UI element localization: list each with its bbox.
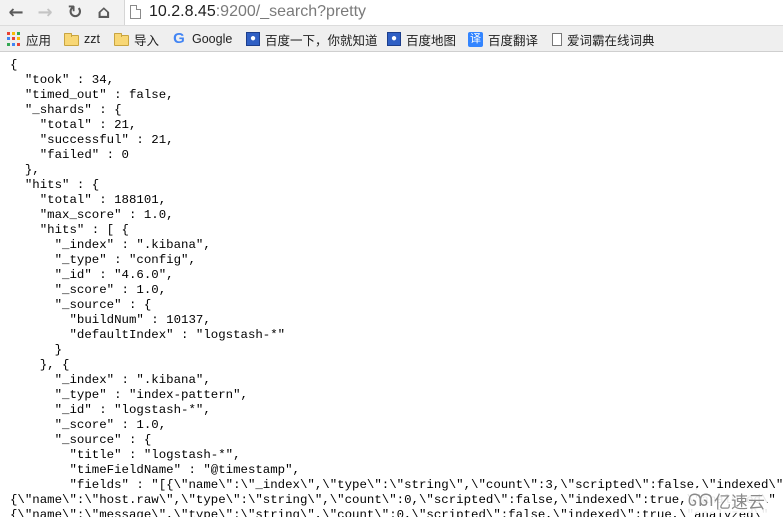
json-line: {\"name\":\"host.raw\",\"type\":\"string… [10,493,776,507]
translate-icon: 译 [468,31,483,47]
watermark-text: 亿速云 [714,493,765,512]
forward-arrow-icon: → [37,1,53,23]
home-icon: ⌂ [97,1,111,23]
json-line: { [10,58,18,72]
json-line: } [10,343,63,357]
bookmark-baidu-map[interactable]: ● 百度地图 [387,31,457,48]
bookmark-iciba[interactable]: 爱词霸在线词典 [552,31,655,48]
back-arrow-icon: ← [8,1,24,23]
bookmark-label: Google [192,32,233,46]
bookmark-baidu-search[interactable]: ● 百度一下，你就知道 [246,31,378,48]
bookmark-label: 百度翻译 [488,33,539,48]
page-icon [552,32,562,46]
home-button[interactable]: ⌂ [94,1,114,23]
address-bar[interactable]: 10.2.8.45:9200/_search?pretty [124,0,783,25]
yisu-logo-icon: ᘏᘏ [687,490,713,511]
reload-button[interactable]: ↻ [65,1,85,23]
page-content: { "took" : 34, "timed_out" : false, "_sh… [0,58,783,517]
back-button[interactable]: ← [6,1,26,23]
json-line: }, { [10,358,70,372]
json-line: "defaultIndex" : "logstash-*" [10,328,286,342]
folder-icon [114,32,129,46]
baidu-paw-icon: ● [387,32,401,46]
json-line: "_index" : ".kibana", [10,238,211,252]
json-line: "total" : 188101, [10,193,167,207]
bookmark-label: 导入 [134,33,160,48]
forward-button[interactable]: → [35,1,55,23]
json-line: "_source" : { [10,433,152,447]
json-response: { "took" : 34, "timed_out" : false, "_sh… [0,58,783,517]
bookmark-google[interactable]: G Google [171,31,232,47]
bookmark-label: zzt [84,32,100,46]
json-line: "_id" : "logstash-*", [10,403,211,417]
baidu-paw-icon: ● [246,32,260,46]
bookmark-apps[interactable]: 应用 [7,31,52,48]
bookmark-label: 应用 [26,33,52,48]
json-line: "title" : "logstash-*", [10,448,241,462]
json-line: "_source" : { [10,298,152,312]
json-line: }, [10,163,40,177]
browser-toolbar: ← → ↻ ⌂ 10.2.8.45:9200/_search?pretty [0,0,783,25]
url-path: :9200/_search?pretty [215,3,367,20]
bookmarks-bar: 应用 zzt 导入 G Google ● 百度一下，你就知道 ● 百度地图 译 … [0,25,783,52]
json-line: "_score" : 1.0, [10,418,167,432]
apps-icon [7,32,21,46]
folder-icon [64,32,79,46]
json-line: "timeFieldName" : "@timestamp", [10,463,300,477]
bookmark-label: 百度一下，你就知道 [265,33,378,48]
url-host: 10.2.8.45 [149,3,216,20]
google-icon: G [173,30,185,47]
page-info-icon[interactable] [130,5,141,19]
json-line: "buildNum" : 10137, [10,313,211,327]
reload-icon: ↻ [67,1,83,23]
json-line: "_shards" : { [10,103,122,117]
json-line: "max_score" : 1.0, [10,208,174,222]
json-line: "hits" : { [10,178,100,192]
bookmark-label: 爱词霸在线词典 [567,33,655,48]
bookmark-baidu-translate[interactable]: 译 百度翻译 [468,31,539,48]
json-line: "total" : 21, [10,118,137,132]
json-line: "_index" : ".kibana", [10,373,211,387]
url-text[interactable]: 10.2.8.45:9200/_search?pretty [149,2,366,22]
json-line: "hits" : [ { [10,223,129,237]
json-line: "_type" : "config", [10,253,196,267]
bookmark-zzt[interactable]: zzt [64,31,100,47]
watermark: ᘏᘏ 亿速云 [685,488,767,513]
json-line: "_score" : 1.0, [10,283,167,297]
json-line: {\"name\":\"message\",\"type\":\"string\… [10,508,769,517]
bookmark-label: 百度地图 [406,33,457,48]
json-line: "timed_out" : false, [10,88,174,102]
json-line: "failed" : 0 [10,148,129,162]
bookmark-import[interactable]: 导入 [114,31,160,48]
json-line: "_id" : "4.6.0", [10,268,174,282]
json-line: "took" : 34, [10,73,115,87]
json-line: "fields" : "[{\"name\":\"_index\",\"type… [69,478,783,492]
json-line: "_type" : "index-pattern", [10,388,248,402]
json-line: "successful" : 21, [10,133,174,147]
